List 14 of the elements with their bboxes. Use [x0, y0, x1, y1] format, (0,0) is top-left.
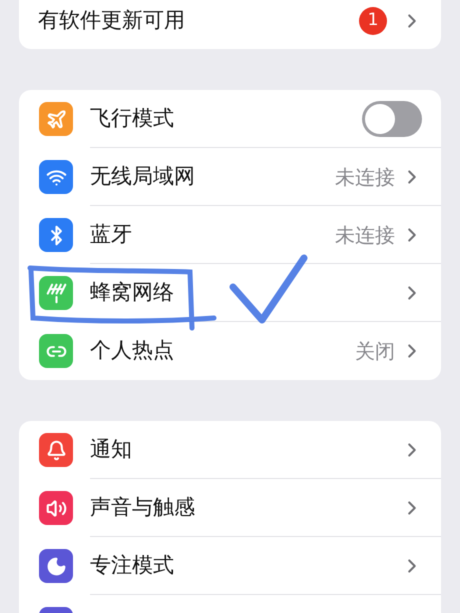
- setting-label: 通知: [90, 436, 133, 463]
- setting-label: 无线局域网: [90, 162, 196, 190]
- setting-label: 声音与触感: [90, 494, 196, 521]
- status-value: 关闭: [355, 338, 395, 365]
- setting-label: 个人热点: [90, 337, 175, 364]
- toggle-switch[interactable]: [362, 100, 422, 136]
- status-value: 未连接: [335, 222, 395, 248]
- setting-label: 有软件更新可用: [38, 7, 186, 34]
- setting-label: 专注模式: [90, 552, 175, 579]
- update-count: 1: [359, 7, 387, 35]
- setting-label: 蓝牙: [90, 220, 133, 248]
- status-value: 未连接: [335, 164, 395, 190]
- setting-label: 蜂窝网络: [90, 278, 175, 306]
- setting-label: 飞行模式: [90, 104, 175, 132]
